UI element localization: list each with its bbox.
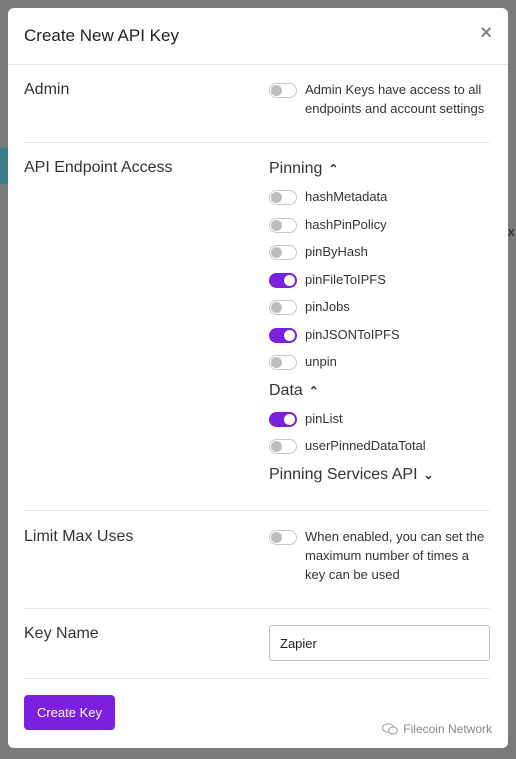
- limit-max-uses-section: Limit Max Uses When enabled, you can set…: [24, 528, 490, 608]
- endpoint-groups: Pinning ⌃ hashMetadata hashPinPolicy pinB…: [269, 158, 490, 498]
- toggle-knob: [284, 275, 295, 286]
- chevron-up-icon: ⌃: [308, 384, 319, 398]
- endpoint-label: pinJobs: [305, 299, 350, 314]
- create-key-button[interactable]: Create Key: [24, 695, 115, 730]
- group-data-title: Data: [269, 382, 303, 399]
- toggle-knob: [271, 85, 282, 96]
- hashmetadata-toggle[interactable]: [269, 190, 297, 205]
- group-pinning-header[interactable]: Pinning ⌃: [269, 160, 338, 178]
- background-page-fragment-text: x: [508, 224, 515, 239]
- pinbyhash-toggle[interactable]: [269, 245, 297, 260]
- modal-title: Create New API Key: [24, 26, 179, 45]
- toggle-knob: [271, 247, 282, 258]
- chevron-up-icon: ⌃: [328, 162, 339, 176]
- endpoint-label: pinByHash: [305, 244, 368, 259]
- background-page-fragment: [0, 148, 8, 184]
- close-icon[interactable]: ×: [480, 23, 492, 43]
- pinfiletoipfs-toggle[interactable]: [269, 273, 297, 288]
- divider: [24, 678, 490, 679]
- toggle-knob: [271, 192, 282, 203]
- userpinneddatatotal-toggle[interactable]: [269, 439, 297, 454]
- wechat-icon: [382, 723, 399, 735]
- key-name-label: Key Name: [24, 625, 99, 642]
- admin-toggle[interactable]: [269, 83, 297, 98]
- admin-section: Admin Admin Keys have access to all endp…: [24, 80, 490, 144]
- key-name-section: Key Name: [24, 625, 490, 665]
- divider: [24, 142, 490, 143]
- toggle-knob: [284, 414, 295, 425]
- endpoint-label: unpin: [305, 354, 337, 369]
- watermark: Filecoin Network: [382, 722, 492, 736]
- toggle-knob: [271, 441, 282, 452]
- group-pinning-services-header[interactable]: Pinning Services API ⌄: [269, 466, 434, 484]
- watermark-text: Filecoin Network: [403, 722, 492, 736]
- admin-description: Admin Keys have access to all endpoints …: [305, 80, 505, 118]
- admin-description-line: Admin Keys have access to all: [305, 82, 482, 97]
- endpoint-label: pinFileToIPFS: [305, 272, 386, 287]
- endpoint-label: hashPinPolicy: [305, 217, 387, 232]
- unpin-toggle[interactable]: [269, 355, 297, 370]
- modal-header: Create New API Key ×: [8, 8, 508, 65]
- limit-max-uses-description: When enabled, you can set the maximum nu…: [305, 527, 505, 584]
- endpoint-label: userPinnedDataTotal: [305, 438, 426, 453]
- toggle-knob: [271, 357, 282, 368]
- endpoint-label: pinJSONToIPFS: [305, 327, 400, 342]
- create-api-key-modal: Create New API Key × Admin Admin Keys ha…: [8, 8, 508, 748]
- chevron-down-icon: ⌄: [423, 468, 434, 482]
- limit-max-uses-toggle[interactable]: [269, 530, 297, 545]
- pinjobs-toggle[interactable]: [269, 300, 297, 315]
- toggle-knob: [271, 302, 282, 313]
- admin-label: Admin: [24, 81, 70, 98]
- group-data-header[interactable]: Data ⌃: [269, 382, 319, 400]
- pinlist-toggle[interactable]: [269, 412, 297, 427]
- admin-description-line: endpoints and account settings: [305, 101, 485, 116]
- divider: [24, 608, 490, 609]
- limit-max-uses-label: Limit Max Uses: [24, 528, 134, 545]
- limit-description-line: When enabled, you can set the: [305, 529, 485, 544]
- endpoint-label: pinList: [305, 411, 343, 426]
- group-pinning-title: Pinning: [269, 160, 323, 177]
- divider: [24, 510, 490, 511]
- key-name-input[interactable]: [269, 625, 490, 661]
- endpoint-access-label: API Endpoint Access: [24, 159, 173, 176]
- toggle-knob: [271, 532, 282, 543]
- limit-description-line: key can be used: [305, 567, 400, 582]
- limit-description-line: maximum number of times a: [305, 548, 469, 563]
- hashpinpolicy-toggle[interactable]: [269, 218, 297, 233]
- toggle-knob: [271, 220, 282, 231]
- pinjsontoipfs-toggle[interactable]: [269, 328, 297, 343]
- endpoint-label: hashMetadata: [305, 189, 388, 204]
- group-pinning-services-title: Pinning Services API: [269, 466, 418, 483]
- endpoint-access-section: API Endpoint Access Pinning ⌃ hashMetadat…: [24, 158, 490, 498]
- toggle-knob: [284, 330, 295, 341]
